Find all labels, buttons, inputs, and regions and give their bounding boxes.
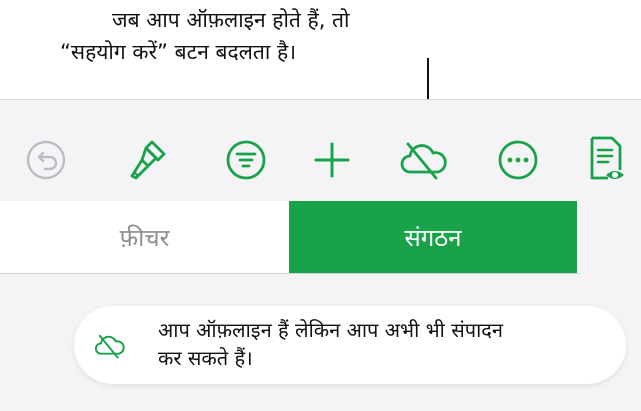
offline-toast: आप ऑफ़लाइन हैं लेकिन आप अभी भी संपादन कर…: [74, 306, 626, 384]
ellipsis-icon: [496, 138, 540, 182]
toolbar: [0, 122, 641, 196]
organize-button[interactable]: [218, 132, 274, 188]
more-button[interactable]: [490, 132, 546, 188]
toast-line-1: आप ऑफ़लाइन हैं लेकिन आप अभी भी संपादन: [158, 318, 504, 342]
collaborate-button[interactable]: [396, 132, 452, 188]
cloud-offline-icon: [396, 138, 452, 182]
toast-message: आप ऑफ़लाइन हैं लेकिन आप अभी भी संपादन कर…: [158, 316, 608, 372]
document-view-icon: [584, 134, 628, 186]
app-panel: फ़ीचर संगठन आप ऑफ़लाइन हैं लेकिन आप अभी …: [0, 99, 641, 411]
tab-organize[interactable]: संगठन: [289, 201, 577, 273]
cloud-offline-icon: [92, 328, 128, 364]
callout-line-1: जब आप ऑफ़लाइन होते हैं, तो: [112, 8, 350, 32]
plus-icon: [312, 140, 352, 180]
tab-features[interactable]: फ़ीचर: [0, 201, 289, 273]
list-filter-icon: [224, 138, 268, 182]
tab-features-label: फ़ीचर: [119, 223, 170, 252]
segmented-control: फ़ीचर संगठन: [0, 201, 580, 274]
callout-line-2: “सहयोग करें” बटन बदलता है।: [60, 40, 297, 64]
callout-annotation: जब आप ऑफ़लाइन होते हैं, तो “सहयोग करें” …: [60, 4, 460, 68]
undo-icon: [24, 138, 68, 182]
format-button[interactable]: [120, 132, 176, 188]
insert-button[interactable]: [304, 132, 360, 188]
tab-organize-label: संगठन: [404, 223, 462, 252]
view-button[interactable]: [578, 132, 634, 188]
toast-line-2: कर सकते हैं।: [158, 346, 253, 370]
paintbrush-icon: [124, 136, 172, 184]
undo-button[interactable]: [18, 132, 74, 188]
